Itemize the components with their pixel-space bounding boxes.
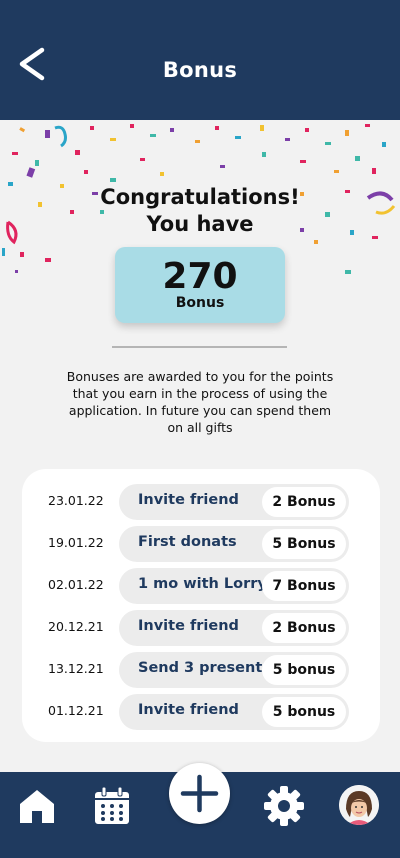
divider [112, 346, 287, 348]
history-date: 20.12.21 [48, 619, 104, 634]
bonus-total-unit: Bonus [175, 295, 225, 311]
page-title: Bonus [162, 58, 238, 82]
history-item-button[interactable]: 1 mo with Lorry 7 Bonus [119, 568, 349, 604]
history-row: 02.01.22 1 mo with Lorry 7 Bonus [22, 568, 380, 604]
profile-avatar[interactable] [339, 785, 379, 825]
history-label: Invite friend [138, 618, 239, 634]
history-amount: 5 bonus [262, 655, 346, 685]
bonus-total-card: 270 Bonus [115, 247, 285, 323]
history-date: 13.12.21 [48, 661, 104, 676]
history-item-button[interactable]: Invite friend 2 Bonus [119, 484, 349, 520]
avatar-image [339, 785, 379, 825]
bonus-history-list: 23.01.22 Invite friend 2 Bonus 19.01.22 … [22, 469, 380, 742]
congratulations-heading: Congratulations! You have [0, 184, 400, 238]
history-label: Invite friend [138, 492, 239, 508]
top-bar: Bonus [0, 0, 400, 120]
history-item-button[interactable]: Invite friend 5 bonus [119, 694, 349, 730]
history-row: 01.12.21 Invite friend 5 bonus [22, 694, 380, 730]
history-date: 02.01.22 [48, 577, 104, 592]
history-amount: 2 Bonus [262, 487, 346, 517]
calendar-icon[interactable] [93, 786, 131, 826]
history-row: 20.12.21 Invite friend 2 Bonus [22, 610, 380, 646]
history-amount: 7 Bonus [262, 571, 346, 601]
add-button[interactable] [169, 763, 230, 824]
history-row: 23.01.22 Invite friend 2 Bonus [22, 484, 380, 520]
history-item-button[interactable]: Invite friend 2 Bonus [119, 610, 349, 646]
history-date: 19.01.22 [48, 535, 104, 550]
congrats-line-2: You have [146, 212, 254, 236]
history-label: Send 3 presents [138, 660, 271, 676]
bonus-total-value: 270 [162, 256, 238, 297]
home-icon[interactable] [17, 786, 57, 826]
history-label: 1 mo with Lorry [138, 576, 267, 592]
history-date: 23.01.22 [48, 493, 104, 508]
history-label: First donats [138, 534, 237, 550]
history-amount: 5 bonus [262, 697, 346, 727]
settings-gear-icon[interactable] [263, 785, 305, 827]
history-row: 13.12.21 Send 3 presents 5 bonus [22, 652, 380, 688]
history-item-button[interactable]: Send 3 presents 5 bonus [119, 652, 349, 688]
history-row: 19.01.22 First donats 5 Bonus [22, 526, 380, 562]
history-date: 01.12.21 [48, 703, 104, 718]
bonus-description: Bonuses are awarded to you for the point… [66, 369, 334, 435]
history-item-button[interactable]: First donats 5 Bonus [119, 526, 349, 562]
congrats-line-1: Congratulations! [100, 185, 300, 209]
history-label: Invite friend [138, 702, 239, 718]
history-amount: 2 Bonus [262, 613, 346, 643]
add-icon [180, 774, 219, 813]
history-amount: 5 Bonus [262, 529, 346, 559]
